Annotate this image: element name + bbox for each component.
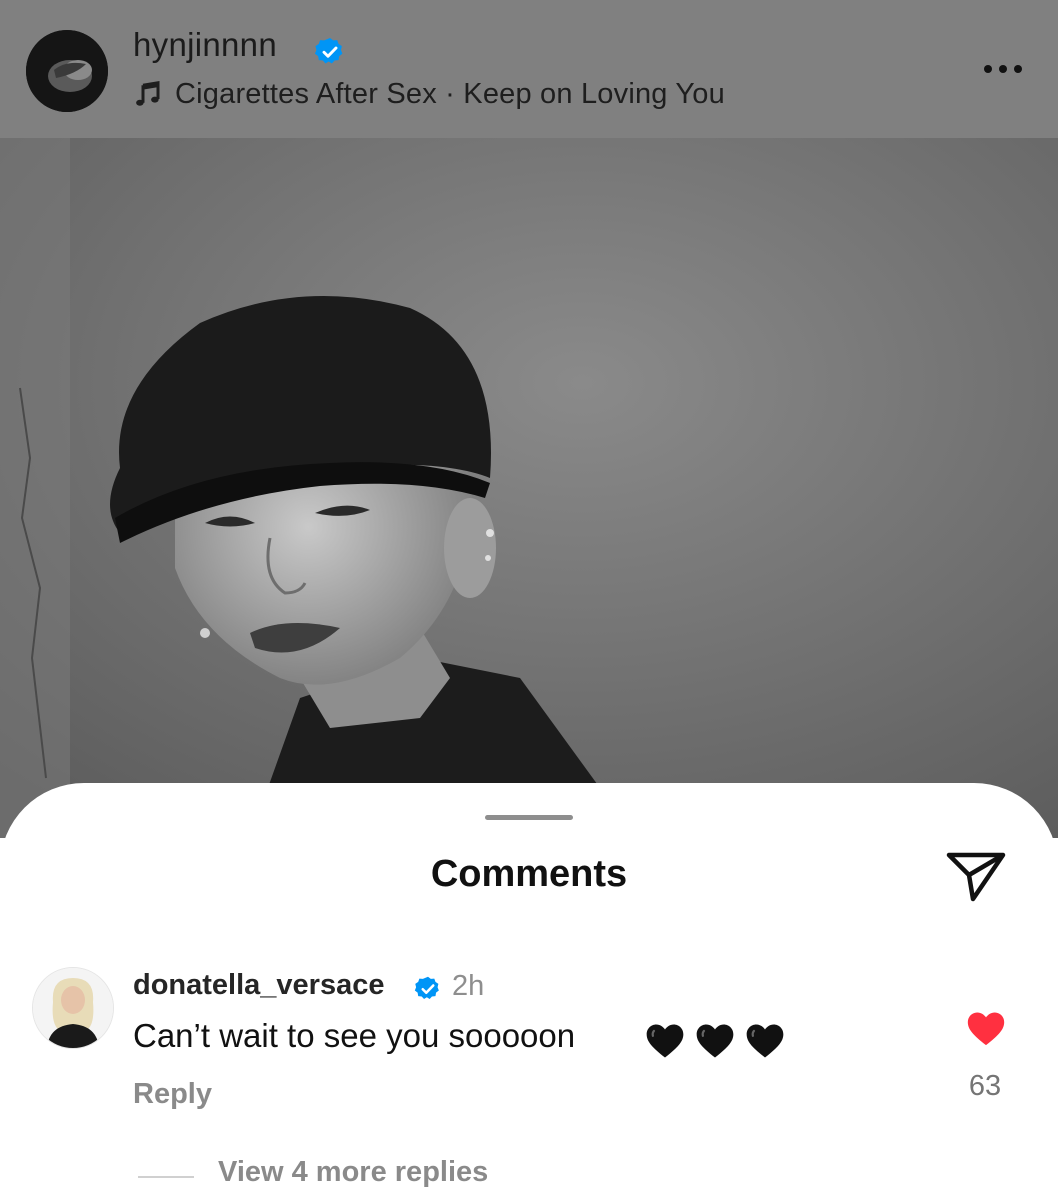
portrait-photo [0,138,1058,838]
heart-icon [967,1012,1005,1046]
commenter-avatar[interactable] [32,967,114,1049]
avatar-image [26,30,108,112]
post-username[interactable]: hynjinnnn [133,26,277,64]
comment-timestamp: 2h [452,970,485,1002]
commenter-username[interactable]: donatella_versace [133,969,384,1002]
commenter-avatar-image [33,968,113,1048]
replies-divider [138,1176,194,1178]
more-options-icon [984,65,1022,73]
comment-emoji [643,1019,787,1063]
verified-badge-icon [314,38,343,64]
like-button[interactable] [964,1007,1008,1047]
verified-badge-icon [414,976,439,1000]
reply-button[interactable]: Reply [133,1078,212,1111]
comment-text: Can’t wait to see you sooooon [133,1017,576,1054]
profile-avatar[interactable] [26,30,108,112]
comments-sheet: Comments donatella_versace 2h Can’t wait… [0,783,1058,1200]
black-heart-icon [646,1024,684,1058]
music-label: Cigarettes After Sex · Keep on Loving Yo… [175,77,725,110]
view-replies-button[interactable]: View 4 more replies [218,1156,488,1189]
black-heart-icon [696,1024,734,1058]
drag-handle[interactable] [485,815,573,820]
share-button[interactable] [944,847,1008,905]
post-music[interactable]: Cigarettes After Sex · Keep on Loving Yo… [133,74,725,114]
like-count: 63 [968,1070,1002,1102]
more-options-button[interactable] [976,54,1030,84]
post-photo[interactable] [0,138,1058,838]
share-icon [946,852,1006,902]
comments-title: Comments [430,853,628,895]
music-note-icon [136,80,160,106]
post-header: hynjinnnn Cigarettes After Sex · Keep on… [0,0,1058,138]
black-heart-icon [746,1024,784,1058]
